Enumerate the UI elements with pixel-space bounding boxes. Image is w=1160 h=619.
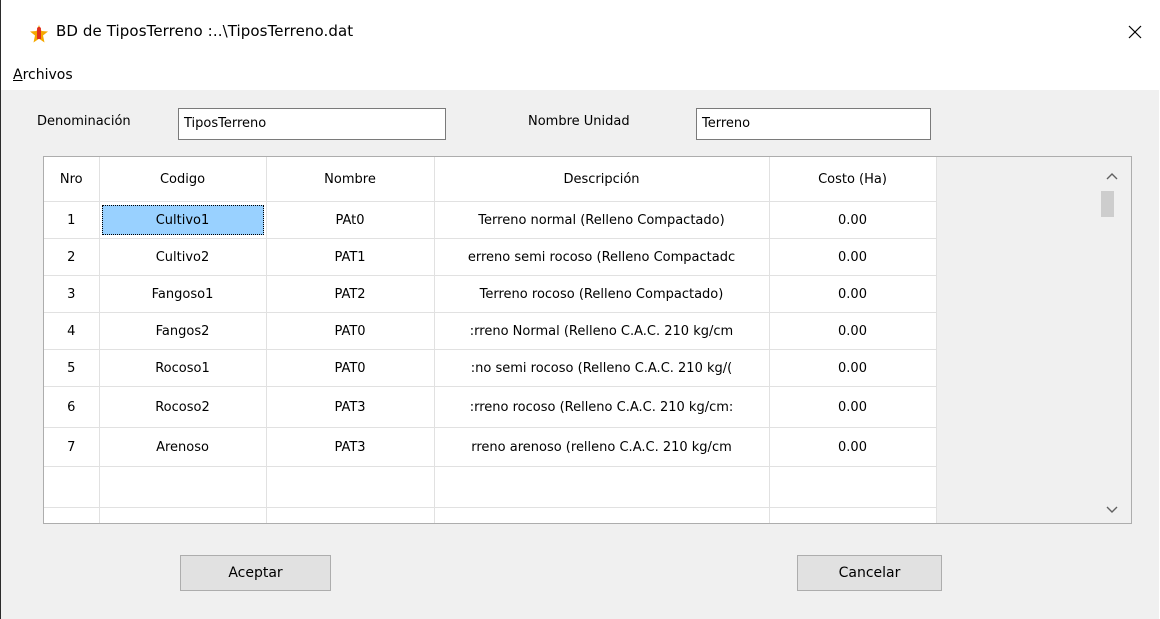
- cell-nro[interactable]: 2: [44, 238, 100, 276]
- cell-nro[interactable]: 5: [44, 349, 100, 387]
- cell-empty[interactable]: [44, 507, 100, 523]
- table-row[interactable]: 1 Cultivo1 PAt0 Terreno normal (Relleno …: [44, 201, 1096, 239]
- cell-empty[interactable]: [266, 466, 435, 508]
- cell-nro[interactable]: 1: [44, 201, 100, 239]
- cell-descripcion[interactable]: :rreno Normal (Relleno C.A.C. 210 kg/cm: [434, 312, 770, 350]
- cell-codigo[interactable]: Fangos2: [99, 312, 267, 350]
- scroll-down-button[interactable]: [1095, 497, 1129, 523]
- table-row[interactable]: 4 Fangos2 PAT0 :rreno Normal (Relleno C.…: [44, 312, 1096, 350]
- cell-costo[interactable]: 0.00: [769, 427, 937, 467]
- cell-codigo[interactable]: Cultivo2: [99, 238, 267, 276]
- column-header-costo[interactable]: Costo (Ha): [769, 157, 937, 202]
- table-row[interactable]: 7 Arenoso PAT3 rreno arenoso (relleno C.…: [44, 427, 1096, 467]
- cell-nombre[interactable]: PAT0: [266, 312, 435, 350]
- scroll-up-button[interactable]: [1095, 163, 1129, 189]
- column-header-nro[interactable]: Nro: [44, 157, 100, 202]
- table-row[interactable]: 3 Fangoso1 PAT2 Terreno rocoso (Relleno …: [44, 275, 1096, 313]
- cell-nombre[interactable]: PAT1: [266, 238, 435, 276]
- cell-empty[interactable]: [44, 466, 100, 508]
- grid-empty-area: [936, 312, 1096, 350]
- cell-nombre[interactable]: PAt0: [266, 201, 435, 239]
- aceptar-button[interactable]: Aceptar: [180, 555, 331, 591]
- grid-empty-area: [936, 349, 1096, 387]
- cell-nombre[interactable]: PAT2: [266, 275, 435, 313]
- cell-nombre[interactable]: PAT3: [266, 386, 435, 428]
- grid-empty-area: [936, 238, 1096, 276]
- cell-descripcion[interactable]: rreno arenoso (relleno C.A.C. 210 kg/cm: [434, 427, 770, 467]
- grid-header-row: Nro Codigo Nombre Descripción Costo (Ha): [44, 157, 1096, 202]
- grid-empty-area: [936, 507, 1096, 523]
- cell-descripcion[interactable]: erreno semi rocoso (Relleno Compactadc: [434, 238, 770, 276]
- cell-codigo[interactable]: Rocoso2: [99, 386, 267, 428]
- grid-table: Nro Codigo Nombre Descripción Costo (Ha)…: [44, 157, 1096, 523]
- chevron-down-icon: [1106, 506, 1118, 513]
- cell-empty[interactable]: [434, 466, 770, 508]
- grid-empty-area: [936, 201, 1096, 239]
- column-header-codigo[interactable]: Codigo: [99, 157, 267, 202]
- cell-empty[interactable]: [99, 507, 267, 523]
- denominacion-field[interactable]: TiposTerreno: [178, 108, 446, 140]
- column-header-nombre[interactable]: Nombre: [266, 157, 435, 202]
- cell-empty[interactable]: [266, 507, 435, 523]
- cell-costo[interactable]: 0.00: [769, 238, 937, 276]
- table-row-empty[interactable]: [44, 507, 1096, 523]
- grid-empty-area: [936, 386, 1096, 428]
- table-row[interactable]: 2 Cultivo2 PAT1 erreno semi rocoso (Rell…: [44, 238, 1096, 276]
- cell-codigo[interactable]: Rocoso1: [99, 349, 267, 387]
- cell-costo[interactable]: 0.00: [769, 312, 937, 350]
- grid-empty-area: [936, 157, 1096, 202]
- selected-cell-editor[interactable]: Cultivo1: [101, 205, 264, 235]
- table-row[interactable]: 6 Rocoso2 PAT3 :rreno rocoso (Relleno C.…: [44, 386, 1096, 428]
- terrain-types-grid[interactable]: Nro Codigo Nombre Descripción Costo (Ha)…: [43, 156, 1132, 524]
- cell-costo[interactable]: 0.00: [769, 275, 937, 313]
- grid-empty-area: [936, 275, 1096, 313]
- cell-costo[interactable]: 0.00: [769, 386, 937, 428]
- cell-nro[interactable]: 7: [44, 427, 100, 467]
- close-button[interactable]: [1113, 14, 1157, 50]
- nombre-unidad-field[interactable]: Terreno: [696, 108, 931, 140]
- cell-empty[interactable]: [99, 466, 267, 508]
- cell-empty[interactable]: [769, 507, 937, 523]
- menu-archivos[interactable]: Archivos: [11, 67, 75, 83]
- menu-bar: Archivos: [1, 62, 1160, 90]
- cell-descripcion[interactable]: :rreno rocoso (Relleno C.A.C. 210 kg/cm:: [434, 386, 770, 428]
- cell-nro[interactable]: 6: [44, 386, 100, 428]
- grid-vertical-scrollbar[interactable]: [1095, 157, 1129, 523]
- close-icon: [1128, 25, 1142, 39]
- cell-codigo[interactable]: Arenoso: [99, 427, 267, 467]
- cell-costo[interactable]: 0.00: [769, 349, 937, 387]
- cell-codigo-selected[interactable]: Cultivo1: [99, 201, 267, 239]
- nombre-unidad-label: Nombre Unidad: [528, 114, 630, 129]
- cell-empty[interactable]: [434, 507, 770, 523]
- scroll-thumb[interactable]: [1101, 191, 1114, 217]
- cancelar-button[interactable]: Cancelar: [797, 555, 942, 591]
- chevron-up-icon: [1106, 173, 1118, 180]
- cell-nombre[interactable]: PAT3: [266, 427, 435, 467]
- cell-codigo[interactable]: Fangoso1: [99, 275, 267, 313]
- cell-descripcion[interactable]: Terreno normal (Relleno Compactado): [434, 201, 770, 239]
- grid-empty-area: [936, 466, 1096, 508]
- cell-nro[interactable]: 3: [44, 275, 100, 313]
- title-bar: BD de TiposTerreno :..\TiposTerreno.dat: [1, 0, 1160, 62]
- window-title: BD de TiposTerreno :..\TiposTerreno.dat: [56, 22, 354, 40]
- cell-nombre[interactable]: PAT0: [266, 349, 435, 387]
- cell-nro[interactable]: 4: [44, 312, 100, 350]
- dialog-window: BD de TiposTerreno :..\TiposTerreno.dat …: [0, 0, 1160, 619]
- cell-descripcion[interactable]: :no semi rocoso (Relleno C.A.C. 210 kg/(: [434, 349, 770, 387]
- cell-costo[interactable]: 0.00: [769, 201, 937, 239]
- grid-empty-area: [936, 427, 1096, 467]
- table-row-empty[interactable]: [44, 466, 1096, 508]
- denominacion-label: Denominación: [37, 114, 131, 129]
- app-star-icon: [29, 24, 49, 44]
- table-row[interactable]: 5 Rocoso1 PAT0 :no semi rocoso (Relleno …: [44, 349, 1096, 387]
- column-header-descripcion[interactable]: Descripción: [434, 157, 770, 202]
- cell-descripcion[interactable]: Terreno rocoso (Relleno Compactado): [434, 275, 770, 313]
- cell-empty[interactable]: [769, 466, 937, 508]
